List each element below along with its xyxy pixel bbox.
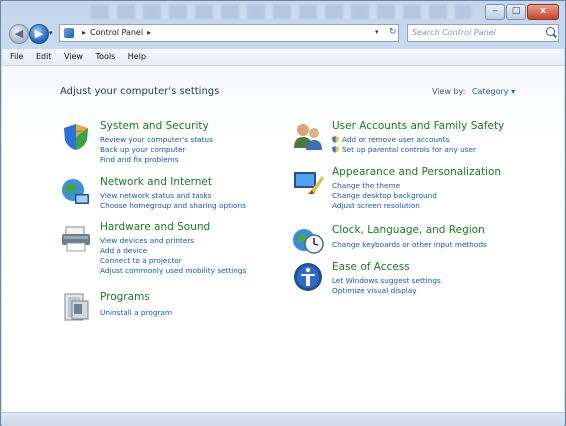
- link-label: Add or remove user accounts: [342, 135, 450, 144]
- uac-shield-icon: [332, 136, 339, 143]
- link-uninstall[interactable]: Uninstall a program: [100, 308, 172, 317]
- link-devices-printers[interactable]: View devices and printers: [100, 236, 194, 245]
- back-button[interactable]: ◀: [9, 24, 29, 44]
- link-desktop-background[interactable]: Change desktop background: [332, 191, 437, 200]
- control-panel-window: ‒ □ x ◀ ▶ ▾ ▸ Control Panel ▸ ▾ ↻ Search C…: [0, 0, 566, 426]
- navigation-bar: ◀ ▶ ▾ ▸ Control Panel ▸ ▾ ↻ Search Control…: [7, 23, 559, 45]
- link-mobility-settings[interactable]: Adjust commonly used mobility settings: [100, 266, 246, 275]
- shield-pc-icon: [64, 124, 88, 150]
- window-controls: ‒ □ x: [484, 4, 559, 20]
- link-backup[interactable]: Back up your computer: [100, 145, 186, 154]
- category-title[interactable]: Hardware and Sound: [100, 221, 210, 233]
- search-icon[interactable]: [546, 27, 555, 36]
- category-hardware-sound: Hardware and Sound View devices and prin…: [60, 221, 290, 277]
- category-clock-language: Clock, Language, and Region Change keybo…: [292, 224, 532, 256]
- view-by-label: View by:: [432, 87, 466, 96]
- link-projector[interactable]: Connect to a projector: [100, 256, 182, 265]
- category-programs: Programs Uninstall a program: [60, 291, 260, 325]
- link-review-status[interactable]: Review your computer's status: [100, 135, 213, 144]
- category-title[interactable]: Clock, Language, and Region: [332, 224, 485, 236]
- link-add-device[interactable]: Add a device: [100, 246, 147, 255]
- title-bar-blur: [91, 5, 471, 19]
- programs-icon: [64, 293, 89, 321]
- status-bar: [2, 412, 564, 426]
- close-button[interactable]: x: [527, 4, 559, 20]
- category-title[interactable]: Appearance and Personalization: [332, 166, 501, 178]
- link-find-fix[interactable]: Find and fix problems: [100, 155, 179, 164]
- link-homegroup[interactable]: Choose homegroup and sharing options: [100, 201, 246, 210]
- uac-shield-icon: [332, 146, 339, 153]
- link-keyboards[interactable]: Change keyboards or other input methods: [332, 240, 487, 249]
- maximize-button[interactable]: □: [506, 4, 526, 20]
- menu-view[interactable]: View: [64, 52, 83, 61]
- link-visual-display[interactable]: Optimize visual display: [332, 286, 417, 295]
- menu-bar: File Edit View Tools Help: [2, 49, 564, 66]
- link-network-status[interactable]: View network status and tasks: [100, 191, 212, 200]
- view-by-control: View by: Category ▾: [432, 87, 515, 96]
- category-network-internet: Network and Internet View network status…: [60, 176, 280, 216]
- category-title[interactable]: Programs: [100, 291, 150, 303]
- globe-network-icon: [62, 179, 89, 204]
- menu-file[interactable]: File: [10, 52, 23, 61]
- category-title[interactable]: Network and Internet: [100, 176, 212, 188]
- ease-of-access-icon: [294, 263, 322, 291]
- minimize-button[interactable]: ‒: [485, 4, 505, 20]
- category-user-accounts: User Accounts and Family Safety Add or r…: [292, 120, 532, 160]
- category-appearance: Appearance and Personalization Change th…: [292, 166, 532, 214]
- category-system-security: System and Security Review your computer…: [60, 120, 260, 170]
- recent-pages-dropdown[interactable]: ▾: [49, 29, 53, 37]
- menu-edit[interactable]: Edit: [36, 52, 52, 61]
- link-screen-resolution[interactable]: Adjust screen resolution: [332, 201, 420, 210]
- search-placeholder: Search Control Panel: [412, 28, 496, 37]
- link-windows-suggest[interactable]: Let Windows suggest settings: [332, 276, 441, 285]
- refresh-icon[interactable]: ↻: [389, 24, 397, 40]
- users-icon: [294, 124, 322, 150]
- appearance-icon: [294, 172, 324, 194]
- category-title[interactable]: System and Security: [100, 120, 209, 132]
- category-title[interactable]: User Accounts and Family Safety: [332, 120, 504, 132]
- address-dropdown-button[interactable]: ▾: [375, 24, 379, 40]
- breadcrumb-separator: ▸: [82, 28, 87, 37]
- menu-help[interactable]: Help: [128, 52, 146, 61]
- link-change-theme[interactable]: Change the theme: [332, 181, 400, 190]
- category-ease-of-access: Ease of Access Let Windows suggest setti…: [292, 261, 532, 297]
- link-parental-controls[interactable]: Set up parental controls for any user: [332, 145, 476, 154]
- breadcrumb-separator[interactable]: ▸: [147, 28, 151, 37]
- menu-tools[interactable]: Tools: [96, 52, 116, 61]
- main-content: Adjust your computer's settings View by:…: [2, 66, 564, 412]
- printer-icon: [62, 226, 90, 252]
- breadcrumb-control-panel[interactable]: Control Panel: [90, 28, 143, 37]
- link-label: Set up parental controls for any user: [342, 145, 477, 154]
- link-add-remove-users[interactable]: Add or remove user accounts: [332, 135, 449, 144]
- control-panel-icon: [64, 28, 74, 38]
- forward-button[interactable]: ▶: [29, 24, 49, 44]
- clock-globe-icon: [293, 229, 324, 254]
- search-input[interactable]: Search Control Panel: [407, 24, 559, 42]
- category-title[interactable]: Ease of Access: [332, 261, 410, 273]
- address-bar[interactable]: ▸ Control Panel ▸: [59, 24, 399, 42]
- view-by-dropdown[interactable]: Category ▾: [472, 87, 515, 96]
- page-title: Adjust your computer's settings: [60, 86, 220, 97]
